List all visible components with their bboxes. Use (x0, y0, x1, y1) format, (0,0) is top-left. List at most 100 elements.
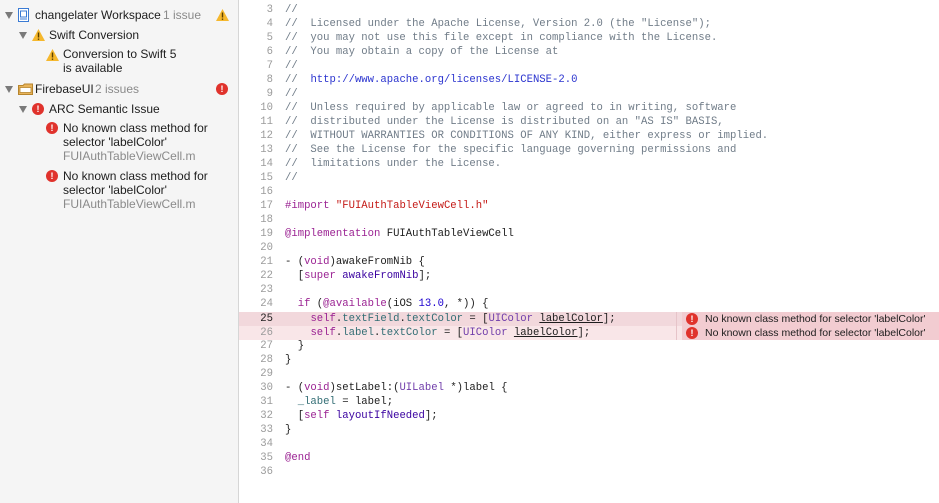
code-text: #import "FUIAuthTableViewCell.h" (285, 199, 488, 213)
warning-icon (46, 49, 59, 61)
code-text: // Licensed under the Apache License, Ve… (285, 18, 711, 30)
code-text: // distributed under the License is dist… (285, 116, 724, 128)
inline-error-annotation[interactable]: ! No known class method for selector 'lab… (682, 312, 939, 326)
code-token: = [ (463, 313, 489, 325)
code-token: @available (323, 298, 387, 310)
line-number: 28 (260, 354, 273, 366)
code-token: self (310, 313, 336, 325)
code-line: 19 @implementation FUIAuthTableViewCell (239, 227, 939, 241)
error-icon: ! (46, 170, 58, 182)
arc-semantic-group[interactable]: ! ARC Semantic Issue (0, 101, 238, 117)
code-text: @end (285, 452, 311, 464)
issue-text-line2: is available (63, 61, 123, 75)
code-line: 31 _label = label; (239, 395, 939, 409)
disclosure-triangle-icon[interactable] (19, 106, 27, 113)
code-line: 35 @end (239, 451, 939, 465)
code-token: textColor (405, 313, 464, 325)
swift-conversion-item[interactable]: Conversion to Swift 5 is available (0, 47, 238, 77)
source-editor[interactable]: 3 // 4 // Licensed under the Apache Licens… (239, 0, 939, 503)
code-token: - ( (285, 382, 305, 394)
line-number: 4 (266, 18, 273, 30)
project-issue-count: 2 issues (95, 82, 140, 96)
swift-conversion-group[interactable]: Swift Conversion (0, 27, 238, 43)
workspace-name: changelater Workspace (35, 8, 161, 22)
issue-item[interactable]: ! No known class method for selector 'la… (0, 169, 238, 213)
code-line: 29 (239, 367, 939, 381)
code-line: 32 [self layoutIfNeeded]; (239, 409, 939, 423)
error-icon: ! (32, 103, 44, 115)
line-number: 15 (260, 172, 273, 184)
line-number: 31 (260, 396, 273, 408)
firebaseui-row[interactable]: FirebaseUI 2 issues ! (0, 81, 238, 97)
project-name: FirebaseUI (35, 82, 94, 96)
code-token: ( (310, 298, 324, 310)
code-text: // (285, 88, 298, 100)
line-number: 35 (260, 452, 273, 464)
disclosure-triangle-icon[interactable] (5, 12, 13, 19)
line-number: 23 (260, 284, 273, 296)
line-number: 12 (260, 130, 273, 142)
issue-text-line1: Conversion to Swift 5 (63, 47, 177, 61)
code-line: 10 // Unless required by applicable law o… (239, 101, 939, 115)
line-number: 11 (260, 116, 273, 128)
issue-item[interactable]: ! No known class method for selector 'la… (0, 121, 238, 165)
error-icon: ! (46, 122, 58, 134)
line-number: 17 (260, 200, 273, 212)
line-number: 26 (260, 327, 273, 339)
issue-text-line1: No known class method for (63, 121, 208, 135)
license-url-link[interactable]: http://www.apache.org/licenses/LICENSE-2… (310, 74, 577, 86)
code-token: void (304, 256, 330, 268)
code-line: 18 (239, 213, 939, 227)
code-token: textColor (380, 327, 438, 339)
code-token: if (297, 298, 311, 310)
code-token: = [ (437, 327, 464, 339)
code-line: 20 (239, 241, 939, 255)
code-token: self (310, 327, 336, 339)
line-number: 6 (266, 46, 273, 58)
line-number: 22 (260, 270, 273, 282)
code-line: 5 // you may not use this file except in … (239, 31, 939, 45)
error-code-line: 26 self.label.textColor = [UIColor label… (239, 326, 939, 340)
code-text: [super awakeFromNib]; (285, 269, 432, 283)
disclosure-triangle-icon[interactable] (19, 32, 27, 39)
annotation-separator (676, 326, 677, 340)
code-token: UILabel (399, 382, 444, 394)
code-text: // limitations under the License. (285, 158, 502, 170)
line-number: 32 (260, 410, 273, 422)
line-number: 30 (260, 382, 273, 394)
line-number: 13 (260, 144, 273, 156)
code-token: // (285, 74, 311, 86)
code-token: #import (285, 200, 330, 212)
code-token: 13.0 (418, 298, 444, 310)
disclosure-triangle-icon[interactable] (5, 86, 13, 93)
code-token: )awakeFromNib { (329, 256, 425, 268)
code-token: - ( (285, 256, 305, 268)
code-token: super (304, 270, 336, 282)
code-token: @implementation (285, 228, 381, 240)
folder-icon (18, 83, 33, 95)
line-number: 8 (266, 74, 273, 86)
issue-file: FUIAuthTableViewCell.m (63, 149, 196, 163)
code-line: 23 (239, 283, 939, 297)
annotation-separator (676, 312, 677, 326)
workspace-row[interactable]: changelater Workspace 1 issue (0, 7, 238, 23)
inline-error-annotation[interactable]: ! No known class method for selector 'lab… (682, 326, 939, 340)
line-number: 29 (260, 368, 273, 380)
error-code-line: 25 self.textField.textColor = [UIColor l… (239, 312, 939, 326)
line-number: 3 (266, 4, 273, 16)
code-text: // (285, 60, 298, 72)
code-line: 13 // See the License for the specific la… (239, 143, 939, 157)
code-text: _label = label; (285, 395, 393, 409)
code-token: "FUIAuthTableViewCell.h" (335, 200, 489, 212)
code-line: 4 // Licensed under the Apache License, V… (239, 17, 939, 31)
line-number: 16 (260, 186, 273, 198)
issue-file: FUIAuthTableViewCell.m (63, 197, 196, 211)
code-line: 3 // (239, 3, 939, 17)
code-token: FUIAuthTableViewCell (380, 228, 514, 240)
code-token: = label; (335, 396, 394, 408)
line-number: 25 (260, 313, 273, 325)
code-line: 6 // You may obtain a copy of the License… (239, 45, 939, 59)
